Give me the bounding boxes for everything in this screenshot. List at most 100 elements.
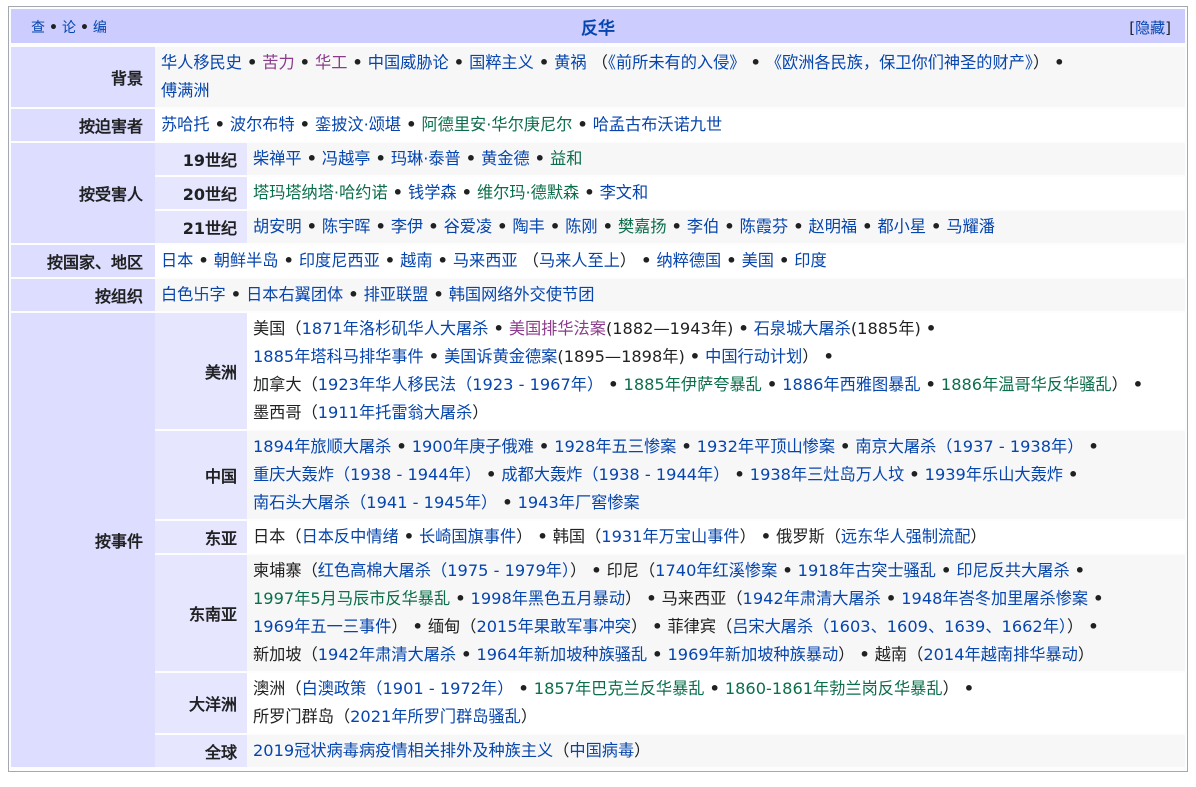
list-item[interactable]: 玛琳·泰普 bbox=[391, 149, 461, 168]
list-item[interactable]: 马来人至上 bbox=[539, 251, 620, 270]
list-item[interactable]: 中国病毒 bbox=[569, 741, 634, 760]
list-item[interactable]: 赵明福 bbox=[809, 217, 858, 236]
list-item[interactable]: 华人移民史 bbox=[161, 53, 242, 72]
list-item[interactable]: 李伯 bbox=[687, 217, 719, 236]
list-item[interactable]: 塔玛塔纳塔·哈约诺 bbox=[253, 183, 388, 202]
list-item[interactable]: 陈刚 bbox=[565, 217, 597, 236]
list-item[interactable]: 1998年黑色五月暴动 bbox=[471, 589, 626, 608]
list-item[interactable]: 益和 bbox=[550, 149, 582, 168]
list-item[interactable]: 1857年巴克兰反华暴乱 bbox=[534, 679, 705, 698]
list-item[interactable]: 1911年托雷翁大屠杀 bbox=[318, 403, 473, 422]
list-item[interactable]: 李文和 bbox=[600, 183, 649, 202]
list-item[interactable]: 朝鲜半岛 bbox=[214, 251, 279, 270]
list-item[interactable]: 谷爱凌 bbox=[444, 217, 493, 236]
list-item[interactable]: 1871年洛杉矶华人大屠杀 bbox=[302, 319, 489, 338]
list-item[interactable]: 1894年旅顺大屠杀 bbox=[253, 437, 391, 456]
list-item[interactable]: 銮披汶·颂堪 bbox=[315, 115, 401, 134]
list-item[interactable]: 石泉城大屠杀 bbox=[754, 319, 851, 338]
talk-link[interactable]: 论 bbox=[62, 20, 76, 36]
list-item[interactable]: 1948年峇冬加里屠杀惨案 bbox=[901, 589, 1088, 608]
list-item[interactable]: 苦力 bbox=[262, 53, 294, 72]
list-item[interactable]: 樊嘉扬 bbox=[618, 217, 667, 236]
list-item[interactable]: 越南 bbox=[400, 251, 432, 270]
list-item[interactable]: 1942年肃清大屠杀 bbox=[743, 589, 881, 608]
list-item[interactable]: 印度 bbox=[794, 251, 826, 270]
list-item[interactable]: 美国 bbox=[742, 251, 774, 270]
list-item[interactable]: 阿德里安·华尔庚尼尔 bbox=[421, 115, 572, 134]
list-item[interactable]: 1928年五三惨案 bbox=[554, 437, 676, 456]
list-item[interactable]: 美国诉黄金德案 bbox=[444, 347, 557, 366]
list-item[interactable]: 黄祸 bbox=[554, 53, 586, 72]
list-item[interactable]: 远东华人强制流配 bbox=[841, 527, 971, 546]
list-item[interactable]: 南石头大屠杀（1941 - 1945年） bbox=[253, 493, 497, 512]
list-item[interactable]: 1886年温哥华反华骚乱 bbox=[941, 375, 1112, 394]
list-item[interactable]: 柴禅平 bbox=[253, 149, 302, 168]
list-item[interactable]: 1969年新加坡种族暴动 bbox=[668, 645, 839, 664]
list-item[interactable]: 1885年塔科马排华事件 bbox=[253, 347, 424, 366]
list-item[interactable]: 波尔布特 bbox=[230, 115, 295, 134]
list-item[interactable]: 中国威胁论 bbox=[368, 53, 449, 72]
hide-button[interactable]: 隐藏 bbox=[1135, 19, 1165, 37]
view-link[interactable]: 查 bbox=[31, 20, 45, 36]
list-item[interactable]: 1964年新加坡种族骚乱 bbox=[476, 645, 647, 664]
list-item[interactable]: 钱学森 bbox=[408, 183, 457, 202]
list-item[interactable]: 1900年庚子俄难 bbox=[412, 437, 534, 456]
list-item[interactable]: 1932年平顶山惨案 bbox=[697, 437, 835, 456]
list-item[interactable]: 《欧洲各民族，保卫你们神圣的财产》 bbox=[766, 53, 1033, 72]
list-item[interactable]: 美国排华法案 bbox=[509, 319, 606, 338]
list-item[interactable]: 日本反中情绪 bbox=[302, 527, 399, 546]
list-item[interactable]: 白色卐字 bbox=[161, 285, 226, 304]
list-item[interactable]: 排亚联盟 bbox=[364, 285, 429, 304]
list-item[interactable]: 1918年古突士骚乱 bbox=[798, 561, 936, 580]
list-item[interactable]: 2021年所罗门群岛骚乱 bbox=[350, 707, 521, 726]
list-item[interactable]: 1740年红溪惨案 bbox=[655, 561, 777, 580]
list-item[interactable]: 印度尼西亚 bbox=[299, 251, 380, 270]
list-item[interactable]: 日本 bbox=[161, 251, 193, 270]
list-item[interactable]: 胡安明 bbox=[253, 217, 302, 236]
list-item[interactable]: 冯越亭 bbox=[322, 149, 371, 168]
list-item[interactable]: 1886年西雅图暴乱 bbox=[782, 375, 920, 394]
list-item[interactable]: 维尔玛·德默森 bbox=[477, 183, 579, 202]
list-item[interactable]: 中国行动计划 bbox=[705, 347, 802, 366]
list-item[interactable]: 1939年乐山大轰炸 bbox=[925, 465, 1063, 484]
list-item[interactable]: 国粹主义 bbox=[469, 53, 534, 72]
list-item[interactable]: 韩国网络外交使节团 bbox=[449, 285, 595, 304]
list-item[interactable]: 吕宋大屠杀（1603、1609、1639、1662年） bbox=[732, 617, 1067, 636]
list-item[interactable]: 南京大屠杀（1937 - 1938年） bbox=[855, 437, 1083, 456]
list-item[interactable]: 成都大轰炸（1938 - 1944年） bbox=[501, 465, 729, 484]
list-item[interactable]: 马来西亚 bbox=[453, 251, 518, 270]
list-item[interactable]: 都小星 bbox=[877, 217, 926, 236]
list-item[interactable]: 1885年伊萨夸暴乱 bbox=[624, 375, 762, 394]
list-item[interactable]: 哈孟古布沃诺九世 bbox=[593, 115, 723, 134]
list-item[interactable]: 日本右翼团体 bbox=[246, 285, 343, 304]
list-item[interactable]: 1938年三灶岛万人坟 bbox=[750, 465, 905, 484]
list-item[interactable]: 2014年越南排华暴动 bbox=[923, 645, 1078, 664]
list-item[interactable]: 陈宇晖 bbox=[322, 217, 371, 236]
list-item[interactable]: 华工 bbox=[315, 53, 347, 72]
list-item[interactable]: 1860-1861年勃兰岗反华暴乱 bbox=[725, 679, 943, 698]
list-item[interactable]: 1931年万宝山事件 bbox=[601, 527, 739, 546]
list-item[interactable]: 陈霞芬 bbox=[740, 217, 789, 236]
list-item[interactable]: 长崎国旗事件 bbox=[419, 527, 516, 546]
list-item[interactable]: 马耀潘 bbox=[946, 217, 995, 236]
list-item[interactable]: 1997年5月马辰市反华暴乱 bbox=[253, 589, 450, 608]
list-item[interactable]: 苏哈托 bbox=[161, 115, 210, 134]
list-item[interactable]: 黄金德 bbox=[481, 149, 530, 168]
navbox-title[interactable]: 反华 bbox=[581, 14, 615, 39]
list-item[interactable]: 重庆大轰炸（1938 - 1944年） bbox=[253, 465, 481, 484]
list-item[interactable]: 2019冠状病毒病疫情相关排外及种族主义 bbox=[253, 741, 553, 760]
list-item[interactable]: 白澳政策（1901 - 1972年） bbox=[302, 679, 514, 698]
list-item[interactable]: 李伊 bbox=[391, 217, 423, 236]
list-item[interactable]: 1942年肃清大屠杀 bbox=[318, 645, 456, 664]
edit-link[interactable]: 编 bbox=[93, 20, 107, 36]
list-item[interactable]: 《前所未有的入侵》 bbox=[608, 53, 746, 72]
list-item[interactable]: 1923年华人移民法（1923 - 1967年） bbox=[318, 375, 603, 394]
list-item[interactable]: 2015年果敢军事冲突 bbox=[476, 617, 631, 636]
list-item[interactable]: 红色高棉大屠杀（1975 - 1979年） bbox=[318, 561, 570, 580]
list-item[interactable]: 1969年五一三事件 bbox=[253, 617, 391, 636]
list-item[interactable]: 印尼反共大屠杀 bbox=[956, 561, 1069, 580]
list-item[interactable]: 傅满洲 bbox=[161, 81, 210, 100]
list-item[interactable]: 1943年厂窖惨案 bbox=[518, 493, 640, 512]
list-item[interactable]: 陶丰 bbox=[513, 217, 545, 236]
list-item[interactable]: 纳粹德国 bbox=[656, 251, 721, 270]
